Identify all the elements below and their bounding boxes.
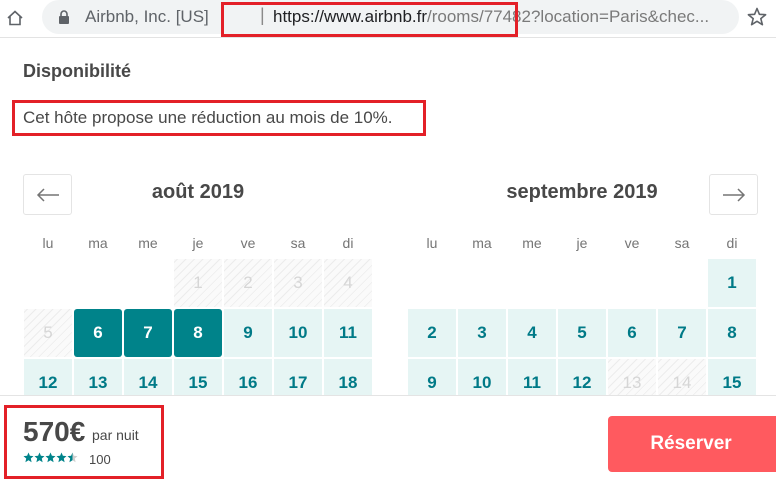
prev-month-button[interactable] [23,174,72,215]
review-count: 100 [89,452,111,467]
rating-star-icon [56,452,67,463]
calendar-day[interactable]: 10 [274,309,322,357]
calendar-day[interactable]: 7 [658,309,706,357]
calendar-day: 3 [274,259,322,307]
calendar-day[interactable]: 6 [608,309,656,357]
calendar-day[interactable]: 4 [508,309,556,357]
weekday-label: sa [674,235,690,251]
lock-icon [59,10,69,24]
weekday-label: je [576,235,588,251]
arrow-right-icon [722,187,745,202]
weekday-label: sa [290,235,306,251]
month-title-august: août 2019 [151,181,245,203]
star-icon[interactable] [746,6,768,28]
weekday-label: je [192,235,204,251]
rating-star-icon [67,452,78,463]
reserve-button[interactable]: Réserver [608,416,776,472]
browser-toolbar: Airbnb, Inc. [US] | https://www.airbnb.f… [0,0,776,38]
weekday-label: ve [240,235,256,251]
weekday-label: me [522,235,542,251]
url-text[interactable]: https://www.airbnb.fr/rooms/77482?locati… [273,7,733,27]
weekday-label: ve [624,235,640,251]
per-night-label: par nuit [92,427,139,443]
arrow-left-icon [36,187,59,202]
weekday-label: ma [88,235,108,251]
nightly-price: 570€ [23,416,86,447]
calendar-day[interactable]: 3 [458,309,506,357]
calendar-day: 5 [24,309,72,357]
next-month-button[interactable] [709,174,758,215]
calendar-day: 1 [174,259,222,307]
url-path: /rooms/77482?location=Paris&chec... [427,7,710,26]
calendar-day: 4 [324,259,372,307]
calendar-day[interactable]: 1 [708,259,756,307]
calendar-day[interactable]: 5 [558,309,606,357]
weekday-label: lu [426,235,438,251]
calendar-day[interactable]: 7 [124,309,172,357]
month-title-september: septembre 2019 [506,181,658,203]
calendar-day[interactable]: 11 [324,309,372,357]
availability-title: Disponibilité [23,61,131,81]
rating-star-icon [34,452,45,463]
calendar-day[interactable]: 9 [224,309,272,357]
weekday-label: me [138,235,158,251]
address-bar[interactable]: Airbnb, Inc. [US] | https://www.airbnb.f… [42,0,767,34]
url-separator: | [260,5,265,25]
star-rating [23,452,78,466]
calendar-day[interactable]: 2 [408,309,456,357]
home-icon[interactable] [4,7,26,29]
rating-star-icon [23,452,34,463]
weekday-label: di [342,235,354,251]
weekday-label: di [726,235,738,251]
calendar-day[interactable]: 8 [174,309,222,357]
calendar-day[interactable]: 6 [74,309,122,357]
url-host: https://www.airbnb.fr [273,7,428,26]
rating-star-icon [45,452,56,463]
weekday-label: lu [42,235,54,251]
site-identity: Airbnb, Inc. [US] [85,7,209,26]
calendar-day[interactable]: 8 [708,309,756,357]
discount-note: Cet hôte propose une réduction au mois d… [23,108,393,127]
calendar-day: 2 [224,259,272,307]
weekday-label: ma [472,235,492,251]
